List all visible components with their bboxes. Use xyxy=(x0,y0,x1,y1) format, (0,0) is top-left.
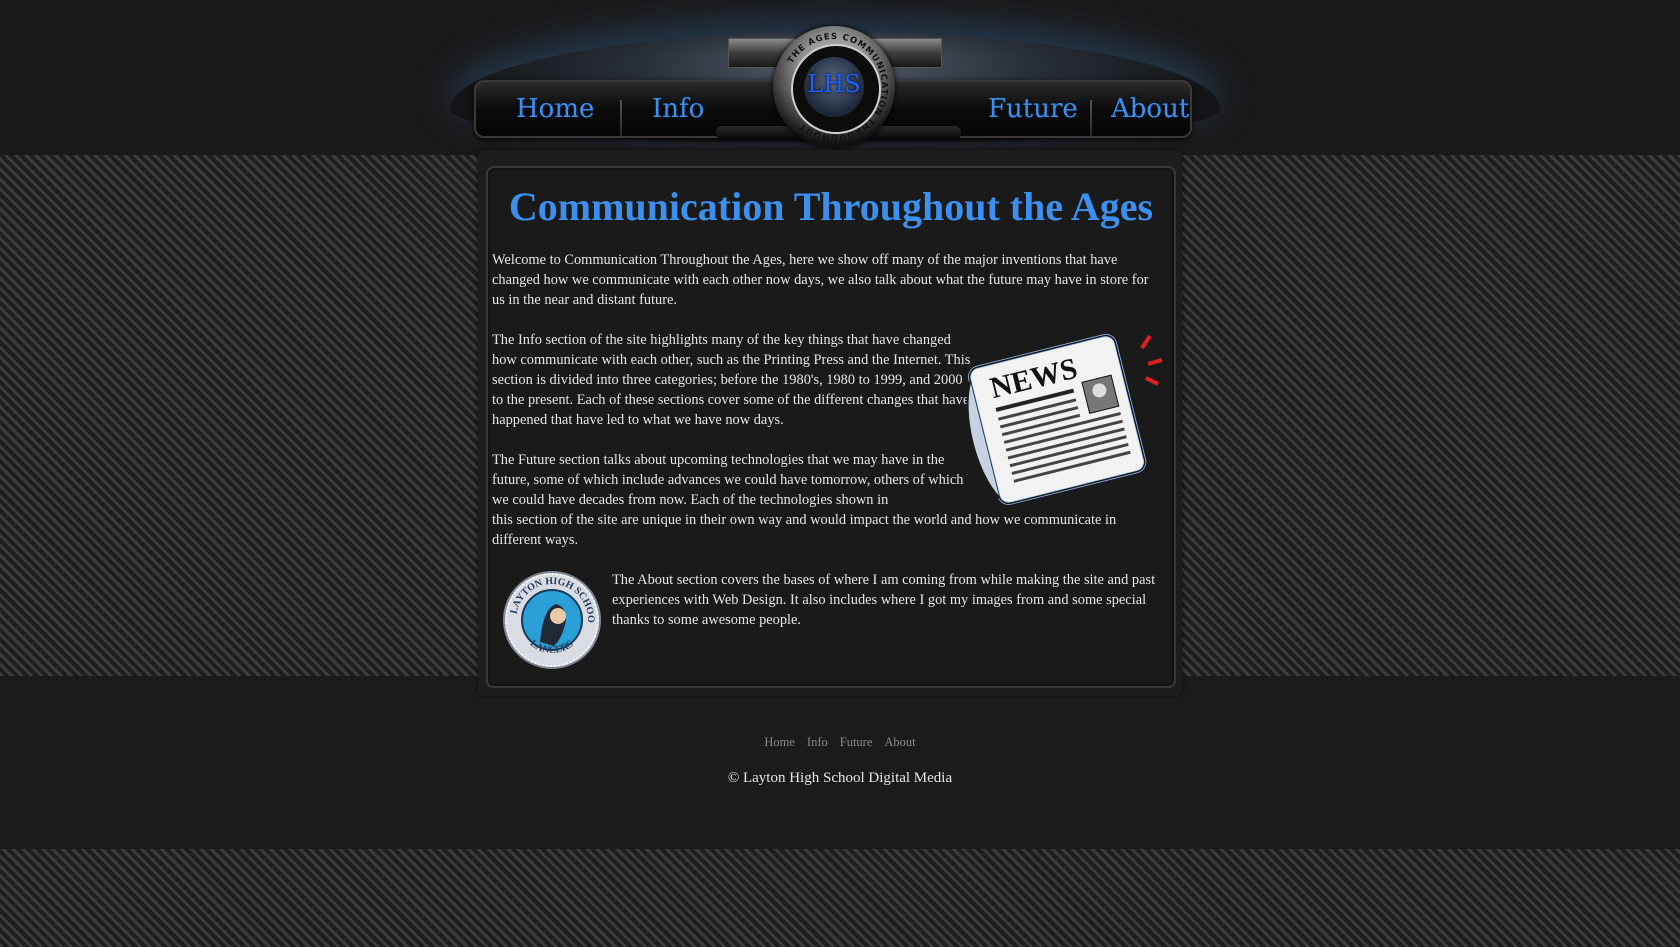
nav-separator xyxy=(620,100,622,136)
nav-separator xyxy=(1090,100,1092,136)
newspaper-image: NEWS xyxy=(966,334,1163,505)
copyright-text: © Layton High School Digital Media xyxy=(727,770,953,786)
welcome-paragraph: Welcome to Communication Throughout the … xyxy=(492,252,1149,308)
nav-info-link[interactable]: Info xyxy=(652,92,704,126)
footer-future-link[interactable]: Future xyxy=(840,735,873,749)
nav-home-link[interactable]: Home xyxy=(516,92,594,126)
info-paragraph: The Info section of the site highlights … xyxy=(492,332,971,428)
background-stripes-bottom xyxy=(0,849,1680,947)
nav-about-link[interactable]: About xyxy=(1111,92,1189,126)
footer-info-link[interactable]: Info xyxy=(807,735,828,749)
footer-home-link[interactable]: Home xyxy=(764,735,795,749)
page-title: Communication Throughout the Ages xyxy=(508,184,1154,229)
nav-future-link[interactable]: Future xyxy=(988,92,1078,126)
about-paragraph: The About section covers the bases of wh… xyxy=(612,572,1156,628)
footer-band xyxy=(0,676,1680,849)
future-paragraph: The Future section talks about upcoming … xyxy=(492,452,964,508)
footer-nav: Home Info Future About xyxy=(0,733,1680,751)
future-paragraph-continued: this section of the site are unique in t… xyxy=(492,512,1117,548)
logo-text: LHS xyxy=(807,70,861,98)
lancers-seal-image: LAYTON HIGH SCHOOL LANCERS xyxy=(502,570,601,669)
footer-about-link[interactable]: About xyxy=(884,735,915,749)
